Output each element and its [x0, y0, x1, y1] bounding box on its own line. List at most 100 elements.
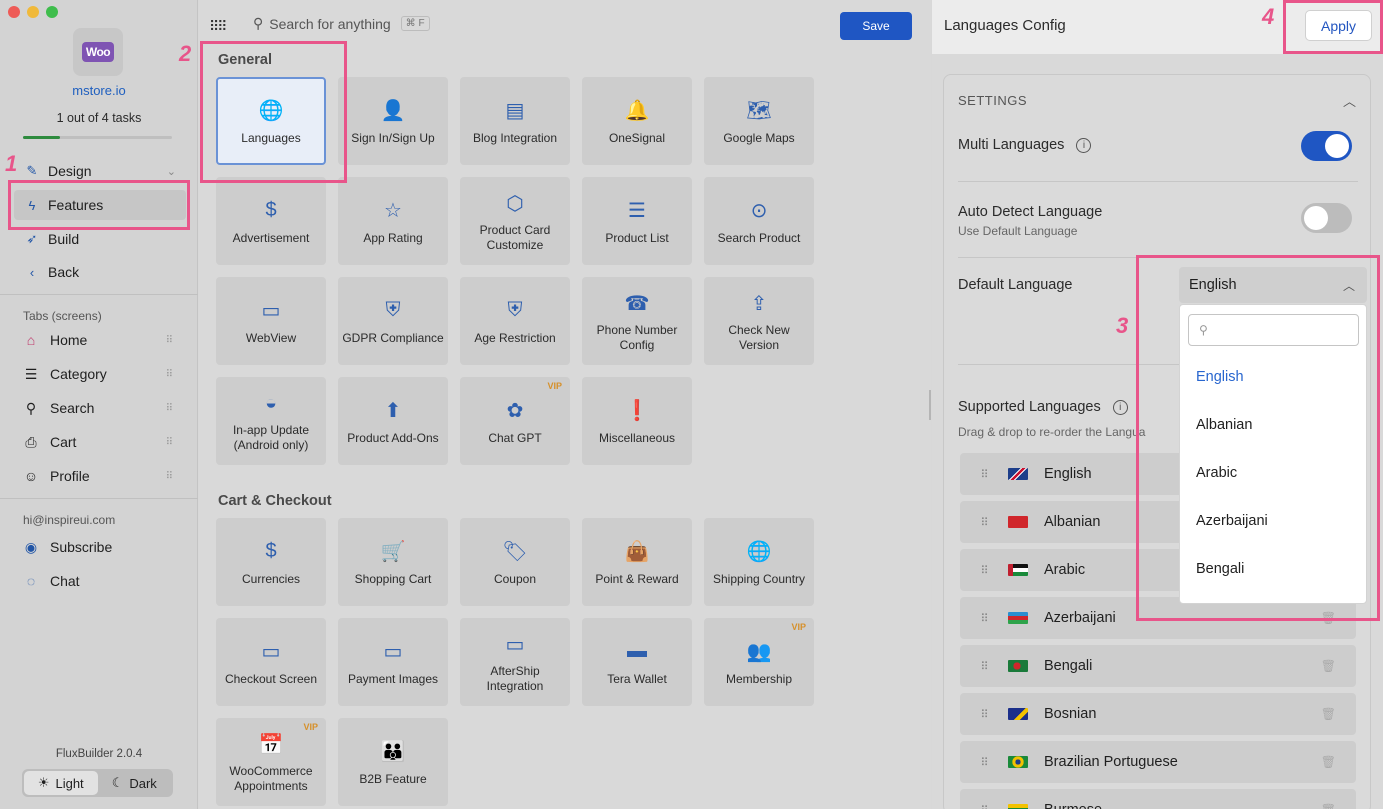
- feature-card[interactable]: 🛒 Shopping Cart: [338, 518, 448, 606]
- drag-handle-icon[interactable]: ⠿: [960, 708, 1008, 721]
- language-row[interactable]: ⠿ Burmese 🗑: [960, 789, 1356, 809]
- feature-card[interactable]: 🔔 OneSignal: [582, 77, 692, 165]
- feature-card[interactable]: ⊙ Search Product: [704, 177, 814, 265]
- woo-logo[interactable]: Woo: [73, 28, 123, 76]
- feature-card[interactable]: ◒ In-app Update (Android only): [216, 377, 326, 465]
- tab-category[interactable]: ☰ Category ⠿: [22, 360, 182, 388]
- vip-badge: VIP: [547, 381, 562, 391]
- drag-handle-icon[interactable]: ⠿: [960, 660, 1008, 673]
- tab-home[interactable]: ⌂ Home ⠿: [22, 326, 182, 354]
- feature-card-label: Product List: [605, 230, 669, 245]
- drag-handle-icon[interactable]: ⠿: [166, 437, 173, 448]
- feature-card-label: Chat GPT: [488, 430, 542, 445]
- panel-resize-handle[interactable]: [929, 390, 931, 420]
- feature-card[interactable]: ☎ Phone Number Config: [582, 277, 692, 365]
- feature-card[interactable]: ⛨ Age Restriction: [460, 277, 570, 365]
- feature-card[interactable]: ⛨ GDPR Compliance: [338, 277, 448, 365]
- chat-link[interactable]: ◌ Chat: [22, 567, 182, 595]
- feature-card[interactable]: ✿ Chat GPT VIP: [460, 377, 570, 465]
- tab-search[interactable]: ⚲ Search ⠿: [22, 394, 182, 422]
- feature-card[interactable]: 👥 Membership VIP: [704, 618, 814, 706]
- android-icon: ◒: [264, 391, 278, 414]
- user-card-icon: 👤: [380, 100, 406, 122]
- settings-heading: SETTINGS: [958, 93, 1028, 108]
- tab-profile[interactable]: ☺ Profile ⠿: [22, 462, 182, 490]
- trash-icon[interactable]: 🗑: [1321, 707, 1336, 721]
- drag-handle-icon[interactable]: ⠿: [960, 468, 1008, 481]
- close-window-icon[interactable]: [8, 6, 20, 18]
- currency-icon: $: [265, 540, 277, 562]
- blog-icon: ▤: [505, 100, 525, 122]
- feature-card[interactable]: 👤 Sign In/Sign Up: [338, 77, 448, 165]
- feature-card[interactable]: 👜 Point & Reward: [582, 518, 692, 606]
- feature-card-label: Tera Wallet: [607, 671, 667, 686]
- tab-cart[interactable]: ⎙ Cart ⠿: [22, 428, 182, 456]
- trash-icon[interactable]: 🗑: [1321, 659, 1336, 673]
- store-name[interactable]: mstore.io: [0, 83, 198, 98]
- drag-handle-icon[interactable]: ⠿: [960, 804, 1008, 809]
- feature-card[interactable]: ▬ Tera Wallet: [582, 618, 692, 706]
- feature-card[interactable]: 🌐 Shipping Country: [704, 518, 814, 606]
- feature-card[interactable]: ☰ Product List: [582, 177, 692, 265]
- maximize-window-icon[interactable]: [46, 6, 58, 18]
- search-icon: ⚲: [253, 15, 264, 31]
- drag-handle-icon[interactable]: ⠿: [960, 612, 1008, 625]
- minimize-window-icon[interactable]: [27, 6, 39, 18]
- drag-handle-icon[interactable]: ⠿: [166, 403, 173, 414]
- supported-languages-sublabel: Drag & drop to re-order the Langua: [958, 425, 1146, 439]
- contact-card-icon: ☎: [624, 292, 650, 315]
- feature-card[interactable]: ☆ App Rating: [338, 177, 448, 265]
- vip-badge: VIP: [791, 622, 806, 632]
- feature-card[interactable]: ▭ Payment Images: [338, 618, 448, 706]
- nav-back[interactable]: ‹ Back: [14, 257, 186, 287]
- theme-dark-option[interactable]: ☾ Dark: [98, 771, 172, 795]
- feature-card-label: Product Add-Ons: [347, 430, 439, 445]
- search-shortcut: ⌘ F: [400, 16, 430, 31]
- drag-handle-icon[interactable]: ⠿: [960, 516, 1008, 529]
- feature-card[interactable]: ▭ Checkout Screen: [216, 618, 326, 706]
- feature-card[interactable]: ⬆ Product Add-Ons: [338, 377, 448, 465]
- language-row[interactable]: ⠿ Brazilian Portuguese 🗑: [960, 741, 1356, 783]
- highlight-features: [8, 180, 190, 230]
- info-icon[interactable]: i: [1076, 137, 1092, 153]
- feature-card[interactable]: ❗ Miscellaneous: [582, 377, 692, 465]
- global-search[interactable]: ⚲ Search for anything ⌘ F: [253, 15, 430, 32]
- feature-card[interactable]: $ Advertisement: [216, 177, 326, 265]
- feature-card[interactable]: ⇪ Check New Version: [704, 277, 814, 365]
- chevron-up-icon[interactable]: ︿: [1343, 91, 1356, 110]
- feature-card[interactable]: ▤ Blog Integration: [460, 77, 570, 165]
- drag-handle-icon[interactable]: ⠿: [166, 335, 173, 346]
- info-icon[interactable]: i: [1112, 399, 1128, 415]
- feature-card[interactable]: ▭ WebView: [216, 277, 326, 365]
- subscribe-link[interactable]: ◉ Subscribe: [22, 533, 182, 561]
- feature-card[interactable]: 🗺 Google Maps: [704, 77, 814, 165]
- feature-card[interactable]: 📅 WooCommerce Appointments VIP: [216, 718, 326, 806]
- feature-card[interactable]: 👪 B2B Feature: [338, 718, 448, 806]
- language-name: Arabic: [1044, 562, 1086, 578]
- dollar-icon: $: [265, 199, 277, 221]
- feature-card[interactable]: 🏷 Coupon: [460, 518, 570, 606]
- multi-languages-toggle[interactable]: [1301, 131, 1352, 161]
- save-button[interactable]: Save: [840, 12, 912, 40]
- drag-handle-icon[interactable]: ⠿: [166, 369, 173, 380]
- rocket-icon: ➶: [26, 231, 38, 246]
- feature-card-label: Age Restriction: [474, 330, 556, 345]
- theme-light-option[interactable]: ☀ Light: [24, 771, 98, 795]
- drag-handle-icon[interactable]: ⠿: [166, 471, 173, 482]
- shield-lock-icon: ⛨: [507, 299, 523, 321]
- default-language-label: Default Language: [958, 277, 1073, 293]
- drag-handle-icon[interactable]: ⠿: [960, 756, 1008, 769]
- theme-toggle[interactable]: ☀ Light ☾ Dark: [22, 769, 173, 797]
- trash-icon[interactable]: 🗑: [1321, 755, 1336, 769]
- language-row[interactable]: ⠿ Bosnian 🗑: [960, 693, 1356, 735]
- feature-card[interactable]: ⬡ Product Card Customize: [460, 177, 570, 265]
- drag-handle-icon[interactable]: ⠿: [960, 564, 1008, 577]
- feature-card[interactable]: ▭ AfterShip Integration: [460, 618, 570, 706]
- feature-card[interactable]: $ Currencies: [216, 518, 326, 606]
- feature-card-label: GDPR Compliance: [342, 330, 444, 345]
- auto-detect-toggle[interactable]: [1301, 203, 1352, 233]
- subscribe-icon: ◉: [24, 538, 38, 555]
- apps-grid-icon[interactable]: ⠿⠿: [209, 18, 227, 35]
- trash-icon[interactable]: 🗑: [1321, 803, 1336, 809]
- language-row[interactable]: ⠿ Bengali 🗑: [960, 645, 1356, 687]
